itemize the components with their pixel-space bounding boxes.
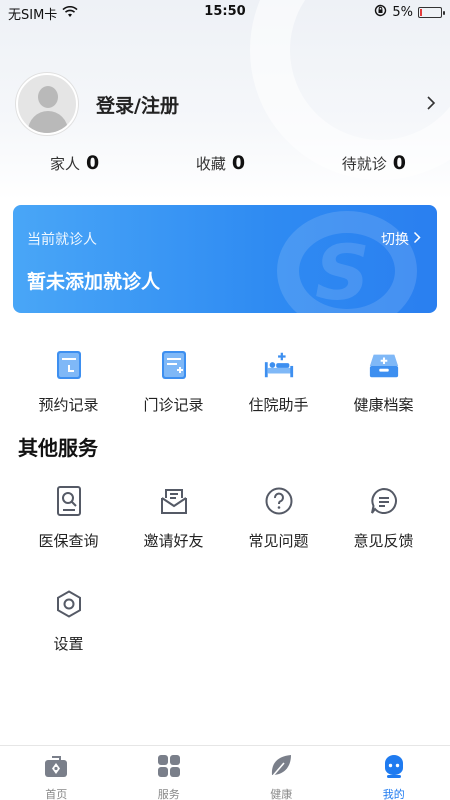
status-right: 5% xyxy=(374,4,445,21)
other-services-grid: 医保查询 邀请好友 常见问题 意见反馈 设置 xyxy=(0,484,450,690)
chevron-right-icon xyxy=(413,231,421,248)
switch-patient-button[interactable]: 切换 xyxy=(381,229,421,249)
grid-label: 医保查询 xyxy=(38,532,99,550)
hospital-assistant-button[interactable]: 住院助手 xyxy=(226,348,331,415)
leaf-icon xyxy=(268,753,294,783)
outpatient-record-button[interactable]: 门诊记录 xyxy=(121,348,226,415)
invite-friends-button[interactable]: 邀请好友 xyxy=(121,484,226,551)
service-grid-icon xyxy=(156,753,182,783)
health-archive-icon xyxy=(368,348,400,382)
invite-mail-icon xyxy=(158,484,190,518)
stat-favorites[interactable]: 收藏 0 xyxy=(196,152,245,182)
tab-label: 健康 xyxy=(270,788,293,800)
faq-button[interactable]: 常见问题 xyxy=(226,484,331,551)
tab-services[interactable]: 服务 xyxy=(113,746,226,800)
stat-label: 待就诊 xyxy=(341,155,387,173)
battery-icon xyxy=(418,7,445,18)
battery-percent: 5% xyxy=(392,5,413,20)
profile-stats: 家人 0 收藏 0 待就诊 0 xyxy=(0,152,450,182)
hospital-bed-icon xyxy=(263,348,295,382)
stat-value: 0 xyxy=(231,152,246,174)
grid-label: 意见反馈 xyxy=(353,532,414,550)
insurance-query-button[interactable]: 医保查询 xyxy=(16,484,121,551)
card-watermark-logo: S xyxy=(315,228,370,313)
outpatient-record-icon xyxy=(158,348,190,382)
login-register-link[interactable]: 登录/注册 xyxy=(96,91,426,118)
record-shortcuts: 预约记录 门诊记录 住院助手 健康档案 xyxy=(0,348,450,415)
tab-mine[interactable]: 我的 xyxy=(338,746,450,800)
grid-label: 常见问题 xyxy=(248,532,309,550)
no-patient-text: 暂未添加就诊人 xyxy=(27,271,161,293)
settings-hex-icon xyxy=(53,587,85,621)
stat-value: 0 xyxy=(86,152,100,174)
appointment-record-button[interactable]: 预约记录 xyxy=(16,348,121,415)
grid-label: 门诊记录 xyxy=(143,396,204,414)
switch-label: 切换 xyxy=(381,232,409,248)
avatar[interactable] xyxy=(16,73,78,135)
grid-label: 邀请好友 xyxy=(143,532,204,550)
appointment-record-icon xyxy=(53,348,85,382)
tab-label: 我的 xyxy=(382,788,405,800)
settings-button[interactable]: 设置 xyxy=(16,587,121,654)
bottom-tab-bar: 首页 服务 健康 我的 xyxy=(0,745,450,800)
question-icon xyxy=(263,484,295,518)
tab-label: 服务 xyxy=(157,788,180,800)
grid-label: 预约记录 xyxy=(38,396,99,414)
feedback-icon xyxy=(368,484,400,518)
current-patient-card[interactable]: S 当前就诊人 切换 暂未添加就诊人 xyxy=(13,205,437,313)
stat-pending-visits[interactable]: 待就诊 0 xyxy=(342,152,406,182)
stat-label: 收藏 xyxy=(195,155,226,173)
profile-login-row[interactable]: 登录/注册 xyxy=(16,72,436,136)
other-services-title: 其他服务 xyxy=(18,436,98,460)
insurance-query-icon xyxy=(53,484,85,518)
status-bar: 无SIM卡 15:50 5% xyxy=(0,0,450,24)
tab-label: 首页 xyxy=(45,788,68,800)
grid-label: 健康档案 xyxy=(353,396,414,414)
stat-value: 0 xyxy=(392,152,406,174)
orientation-lock-icon xyxy=(374,4,387,21)
grid-label: 住院助手 xyxy=(248,396,309,414)
stat-family[interactable]: 家人 0 xyxy=(50,152,99,182)
home-medkit-icon xyxy=(43,753,69,783)
health-archive-button[interactable]: 健康档案 xyxy=(331,348,436,415)
stat-label: 家人 xyxy=(50,155,81,173)
chevron-right-icon xyxy=(426,92,436,116)
tab-home[interactable]: 首页 xyxy=(0,746,113,800)
grid-label: 设置 xyxy=(53,635,84,653)
robot-avatar-icon xyxy=(381,753,407,783)
tab-health[interactable]: 健康 xyxy=(225,746,338,800)
feedback-button[interactable]: 意见反馈 xyxy=(331,484,436,551)
card-label: 当前就诊人 xyxy=(27,232,97,248)
